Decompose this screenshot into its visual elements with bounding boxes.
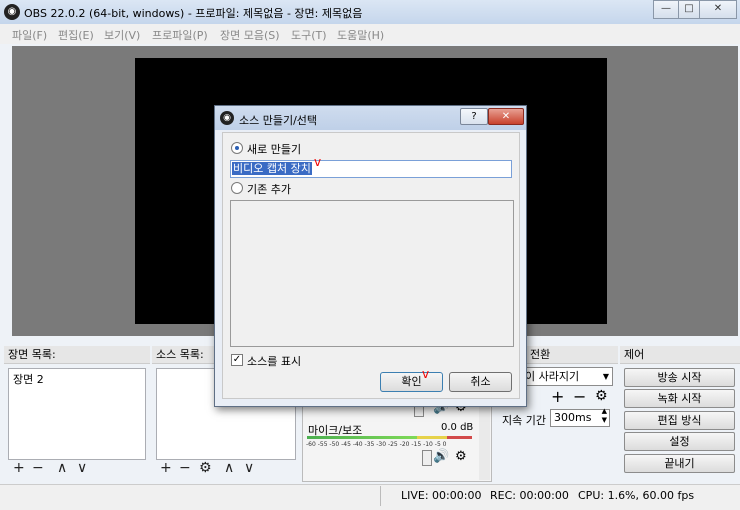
window-title: OBS 22.0.2 (64-bit, windows) - 프로파일: 제목없… [24, 7, 363, 20]
minus-icon[interactable]: − [573, 387, 586, 406]
duration-value: 300ms [554, 411, 592, 424]
add-existing-label: 기존 추가 [247, 183, 291, 196]
menu-scene-collection[interactable]: 장면 모음(S) [220, 27, 280, 43]
menu-help[interactable]: 도움말(H) [337, 27, 384, 43]
speaker-icon[interactable]: 🔊 [433, 449, 449, 464]
cpu-fps: CPU: 1.6%, 60.00 fps [578, 489, 695, 502]
dialog-title: 소스 만들기/선택 [239, 114, 318, 127]
ok-button[interactable]: 확인 [380, 372, 443, 392]
gear-icon[interactable]: ⚙ [199, 460, 212, 476]
meter-yellow [417, 436, 447, 439]
meter-green [307, 436, 417, 439]
transition-select[interactable]: 이 사라지기 ▼ [520, 367, 613, 386]
mixer-scrollbar[interactable] [479, 404, 490, 480]
minus-icon[interactable]: − [179, 460, 191, 476]
obs-logo-icon: ◉ [220, 111, 234, 125]
controls-label: 제어 [620, 346, 740, 364]
menu-file[interactable]: 파일(F) [12, 27, 47, 43]
spin-arrows-icon[interactable]: ▲ ▼ [602, 407, 607, 425]
source-name-value: 비디오 캡처 장치 [232, 162, 312, 175]
create-new-label: 새로 만들기 [247, 143, 302, 156]
start-recording-button[interactable]: 녹화 시작 [624, 389, 735, 408]
down-icon[interactable]: ∨ [244, 460, 254, 476]
meter-scale: -60 -55 -50 -45 -40 -35 -30 -25 -20 -15 … [306, 441, 447, 448]
scenes-list[interactable]: 장면 2 [8, 368, 146, 460]
add-existing-radio[interactable] [231, 182, 243, 194]
up-icon[interactable]: ∧ [57, 460, 67, 476]
source-name-input[interactable]: 비디오 캡처 장치 [230, 160, 512, 178]
settings-button[interactable]: 설정 [624, 432, 735, 451]
minimize-button[interactable]: — [653, 0, 679, 19]
volume-slider-handle[interactable] [422, 450, 432, 466]
status-divider [380, 486, 381, 506]
studio-mode-button[interactable]: 편집 방식 [624, 411, 735, 430]
radio-selected-dot [235, 146, 239, 150]
menu-tools[interactable]: 도구(T) [291, 27, 327, 43]
menu-profile[interactable]: 프로파일(P) [152, 27, 208, 43]
scenes-label: 장면 목록: [4, 346, 150, 364]
close-button[interactable]: ✕ [699, 0, 737, 19]
show-source-checkbox[interactable]: ✓ [231, 354, 243, 366]
create-source-dialog: ◉ 소스 만들기/선택 ? ✕ 새로 만들기 비디오 캡처 장치 v 기존 추가… [214, 105, 527, 407]
down-icon[interactable]: ∨ [77, 460, 87, 476]
rec-time: REC: 00:00:00 [490, 489, 569, 502]
gear-icon[interactable]: ⚙ [455, 449, 467, 464]
chevron-down-icon: ▼ [602, 372, 609, 381]
menu-view[interactable]: 보기(V) [104, 27, 140, 43]
help-button[interactable]: ? [460, 108, 488, 125]
duration-spinbox[interactable]: 300ms ▲ ▼ [550, 407, 610, 427]
show-source-label: 소스를 표시 [247, 355, 302, 368]
duration-label: 지속 기간 [502, 414, 546, 427]
plus-icon[interactable]: + [160, 460, 172, 476]
maximize-button[interactable]: □ [678, 0, 700, 19]
obs-logo-icon: ◉ [4, 4, 20, 20]
meter-red [447, 436, 472, 439]
minus-icon[interactable]: − [32, 460, 44, 476]
plus-icon[interactable]: + [551, 387, 564, 406]
create-new-radio[interactable] [231, 142, 243, 154]
gear-icon[interactable]: ⚙ [595, 388, 608, 404]
red-annotation: v [422, 367, 430, 381]
up-icon[interactable]: ∧ [224, 460, 234, 476]
transition-type: 이 사라지기 [525, 370, 580, 383]
transition-label: 전환 [526, 346, 618, 364]
cancel-button[interactable]: 취소 [449, 372, 512, 392]
existing-sources-list[interactable] [230, 200, 514, 347]
mixer-level: 0.0 dB [441, 422, 474, 433]
scene-item[interactable]: 장면 2 [9, 369, 145, 389]
exit-button[interactable]: 끝내기 [624, 454, 735, 473]
red-annotation: v [314, 155, 322, 169]
live-time: LIVE: 00:00:00 [401, 489, 482, 502]
dialog-close-button[interactable]: ✕ [488, 108, 524, 125]
plus-icon[interactable]: + [13, 460, 25, 476]
start-streaming-button[interactable]: 방송 시작 [624, 368, 735, 387]
menu-edit[interactable]: 편집(E) [58, 27, 94, 43]
